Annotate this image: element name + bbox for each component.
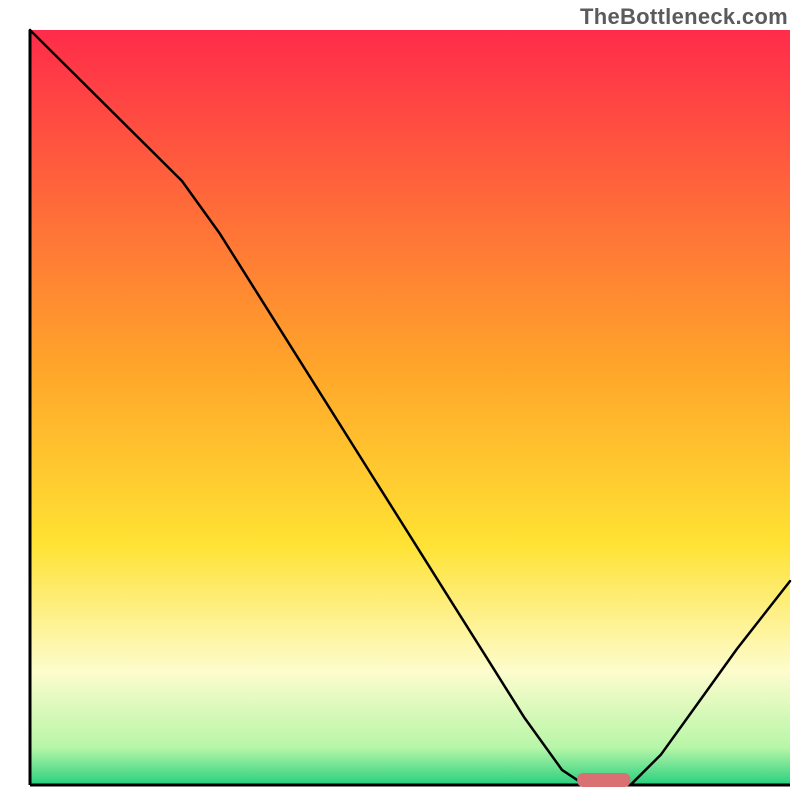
bottleneck-chart — [0, 0, 800, 800]
optimal-marker — [577, 773, 630, 787]
